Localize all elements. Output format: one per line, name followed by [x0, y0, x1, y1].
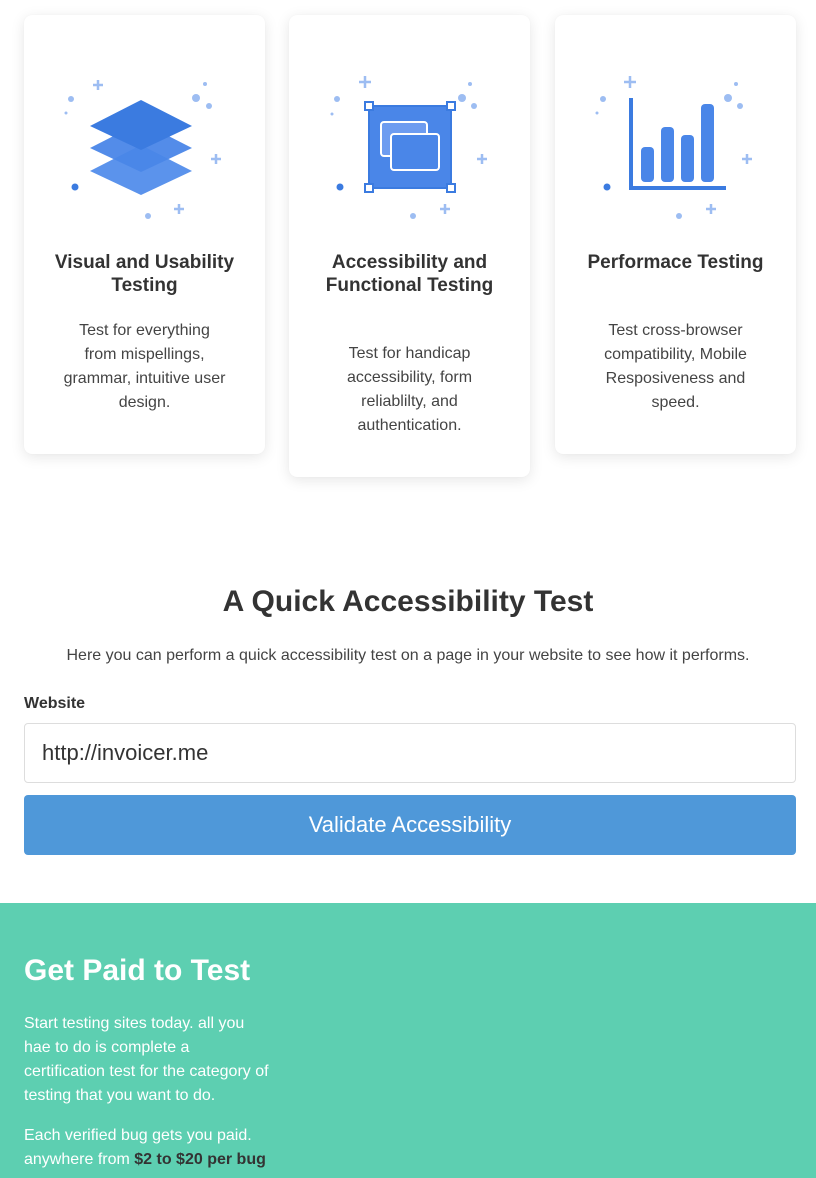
feature-card-visual: Visual and Usability Testing Test for ev…	[24, 15, 265, 454]
website-input[interactable]	[24, 723, 796, 783]
feature-title: Accessibility and Functional Testing	[325, 252, 494, 296]
get-paid-payout-paragraph: Each verified bug gets you paid. anywher…	[24, 1124, 269, 1172]
feature-description: Test for handicap accessibility, form re…	[346, 345, 473, 434]
get-paid-title: Get Paid to Test	[24, 954, 251, 987]
payout-range: $2 to $20 per bug	[134, 1151, 266, 1168]
feature-title: Performace Testing	[587, 252, 764, 273]
windows-icon	[329, 72, 491, 222]
quick-test-title: A Quick Accessibility Test	[222, 585, 594, 618]
get-paid-paragraph: Start testing sites today. all you hae t…	[24, 1015, 269, 1104]
feature-title: Visual and Usability Testing	[54, 252, 235, 296]
feature-cards: Visual and Usability Testing Test for ev…	[24, 15, 796, 485]
website-label: Website	[24, 695, 86, 712]
quick-test-description: Here you can perform a quick accessibili…	[66, 647, 750, 664]
layers-icon	[64, 72, 226, 222]
validate-accessibility-button[interactable]: Validate Accessibility	[24, 795, 796, 855]
feature-description: Test for everything from mispellings, gr…	[63, 322, 226, 411]
feature-description: Test cross-browser compatibility, Mobile…	[604, 322, 747, 411]
feature-card-performance: Performace Testing Test cross-browser co…	[555, 15, 796, 454]
get-paid-section: Get Paid to Test Start testing sites tod…	[0, 903, 816, 1178]
bar-chart-icon	[595, 72, 757, 222]
feature-card-accessibility: Accessibility and Functional Testing Tes…	[289, 15, 530, 477]
